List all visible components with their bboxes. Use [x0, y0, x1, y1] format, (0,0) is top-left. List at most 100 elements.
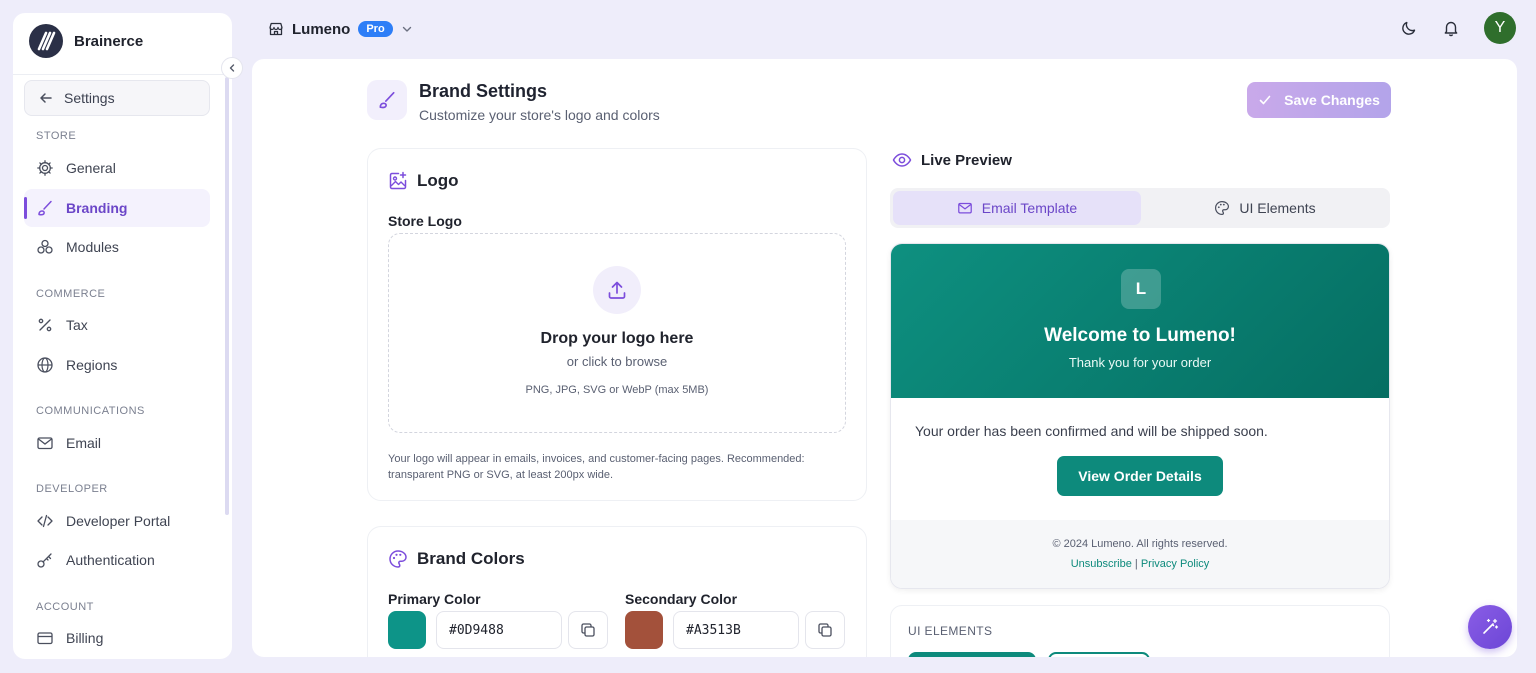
tab-label: Email Template — [981, 200, 1078, 216]
sidebar-item-label: Regions — [66, 357, 118, 373]
collapse-sidebar-button[interactable] — [221, 57, 243, 79]
secondary-color-label: Secondary Color — [625, 591, 738, 607]
section-label-account: ACCOUNT — [36, 601, 94, 613]
image-plus-icon — [389, 171, 407, 190]
save-changes-button[interactable]: Save Changes — [1247, 82, 1391, 118]
store-switcher[interactable]: Lumeno Pro — [268, 17, 413, 41]
sidebar-divider — [13, 74, 232, 75]
store-name: Lumeno — [292, 20, 351, 38]
sidebar-item-billing[interactable]: Billing — [24, 619, 210, 657]
magic-wand-icon — [1483, 618, 1499, 634]
logo-card-title: Logo — [388, 171, 459, 191]
primary-color-swatch[interactable] — [388, 611, 426, 649]
brand[interactable]: Brainerce — [29, 23, 143, 59]
section-label-commerce: COMMERCE — [36, 288, 106, 300]
copy-primary-color-button[interactable] — [568, 611, 608, 649]
sidebar-item-label: Tax — [66, 317, 88, 333]
mail-icon — [957, 202, 972, 214]
logo-card: Logo Store Logo Drop your logo here or c… — [367, 148, 867, 501]
section-label-communications: COMMUNICATIONS — [36, 405, 145, 417]
sample-primary-button[interactable] — [908, 652, 1036, 657]
palette-icon — [1215, 200, 1230, 216]
ui-elements-label: UI ELEMENTS — [908, 624, 993, 638]
logo-dropzone[interactable]: Drop your logo here or click to browse P… — [388, 233, 846, 433]
sidebar-scrollbar[interactable] — [225, 77, 229, 515]
email-footer-links: Unsubscribe | Privacy Policy — [891, 558, 1389, 570]
secondary-color-swatch[interactable] — [625, 611, 663, 649]
sidebar-item-regions[interactable]: Regions — [24, 346, 210, 384]
tab-label: UI Elements — [1239, 200, 1316, 216]
plan-badge: Pro — [358, 21, 393, 37]
preview-tabs: Email Template UI Elements — [890, 188, 1390, 228]
brush-icon — [367, 80, 407, 120]
save-button-label: Save Changes — [1284, 92, 1380, 108]
email-welcome-heading: Welcome to Lumeno! — [1044, 325, 1236, 346]
section-label-developer: DEVELOPER — [36, 483, 108, 495]
brand-name: Brainerce — [74, 32, 144, 50]
ui-elements-card: UI ELEMENTS — [890, 605, 1390, 657]
eye-icon — [892, 153, 912, 167]
chevron-left-icon — [229, 64, 235, 72]
email-body-text: Your order has been confirmed and will b… — [915, 423, 1268, 439]
view-order-details-button[interactable]: View Order Details — [1057, 456, 1223, 496]
sidebar-item-label: Email — [66, 435, 102, 451]
dark-mode-moon-icon[interactable] — [1400, 19, 1418, 37]
email-header: L Welcome to Lumeno! Thank you for your … — [891, 244, 1389, 398]
sidebar-item-label: Branding — [66, 200, 128, 216]
code-icon — [37, 514, 53, 528]
brush-icon — [38, 200, 52, 216]
dropzone-subtitle: or click to browse — [566, 354, 668, 369]
check-icon — [1259, 95, 1271, 105]
arrow-left-icon — [40, 93, 52, 103]
sidebar-item-label: Authentication — [66, 552, 155, 568]
sample-outline-button[interactable] — [1048, 652, 1150, 657]
live-preview-title: Live Preview — [921, 151, 1012, 169]
back-to-settings-button[interactable]: Settings — [24, 80, 210, 116]
globe-icon — [37, 357, 53, 373]
gear-icon — [37, 160, 53, 176]
email-copyright: © 2024 Lumeno. All rights reserved. — [1052, 538, 1228, 550]
sidebar-item-label: Modules — [66, 239, 119, 255]
logo-help-text: Your logo will appear in emails, invoice… — [388, 453, 805, 481]
ai-assistant-button[interactable] — [1468, 605, 1512, 649]
primary-color-hex-input[interactable]: #0D9488 — [436, 611, 562, 649]
tab-ui-elements[interactable]: UI Elements — [1141, 191, 1389, 225]
email-preview: L Welcome to Lumeno! Thank you for your … — [890, 243, 1390, 589]
logo-card-title-text: Logo — [417, 171, 459, 190]
dropzone-title: Drop your logo here — [540, 330, 694, 347]
sidebar-item-developer-portal[interactable]: Developer Portal — [24, 502, 210, 540]
sidebar-item-label: Billing — [66, 630, 104, 646]
brand-logo-icon — [29, 24, 63, 58]
percent-icon — [38, 318, 52, 332]
store-logo-label: Store Logo — [388, 213, 462, 229]
avatar[interactable]: Y — [1484, 12, 1516, 44]
upload-icon — [593, 266, 641, 314]
key-icon — [37, 553, 52, 568]
copy-secondary-color-button[interactable] — [805, 611, 845, 649]
store-icon — [269, 22, 283, 36]
sidebar-item-authentication[interactable]: Authentication — [24, 541, 210, 579]
sidebar-item-email[interactable]: Email — [24, 424, 210, 462]
copy-icon — [581, 623, 595, 637]
unsubscribe-link[interactable]: Unsubscribe — [1071, 558, 1132, 570]
sidebar-item-modules[interactable]: Modules — [24, 228, 210, 266]
card-icon — [37, 632, 53, 645]
back-button-label: Settings — [64, 90, 115, 106]
page-subtitle: Customize your store's logo and colors — [419, 107, 660, 123]
sidebar: Brainerce Settings STORE General Brandin… — [13, 13, 232, 659]
notifications-bell-icon[interactable] — [1442, 19, 1460, 37]
sidebar-item-tax[interactable]: Tax — [24, 306, 210, 344]
section-label-store: STORE — [36, 130, 77, 142]
secondary-color-hex-input[interactable]: #A3513B — [673, 611, 799, 649]
sidebar-item-branding[interactable]: Branding — [24, 189, 210, 227]
dropzone-file-types: PNG, JPG, SVG or WebP (max 5MB) — [525, 384, 709, 396]
mail-icon — [37, 437, 53, 450]
copy-icon — [818, 623, 832, 637]
tab-email-template[interactable]: Email Template — [893, 191, 1141, 225]
modules-icon — [37, 239, 53, 254]
sidebar-item-label: General — [66, 160, 116, 176]
privacy-policy-link[interactable]: Privacy Policy — [1141, 558, 1209, 570]
palette-icon — [389, 550, 407, 568]
sidebar-item-general[interactable]: General — [24, 149, 210, 187]
topbar-actions: Y — [1400, 12, 1516, 44]
